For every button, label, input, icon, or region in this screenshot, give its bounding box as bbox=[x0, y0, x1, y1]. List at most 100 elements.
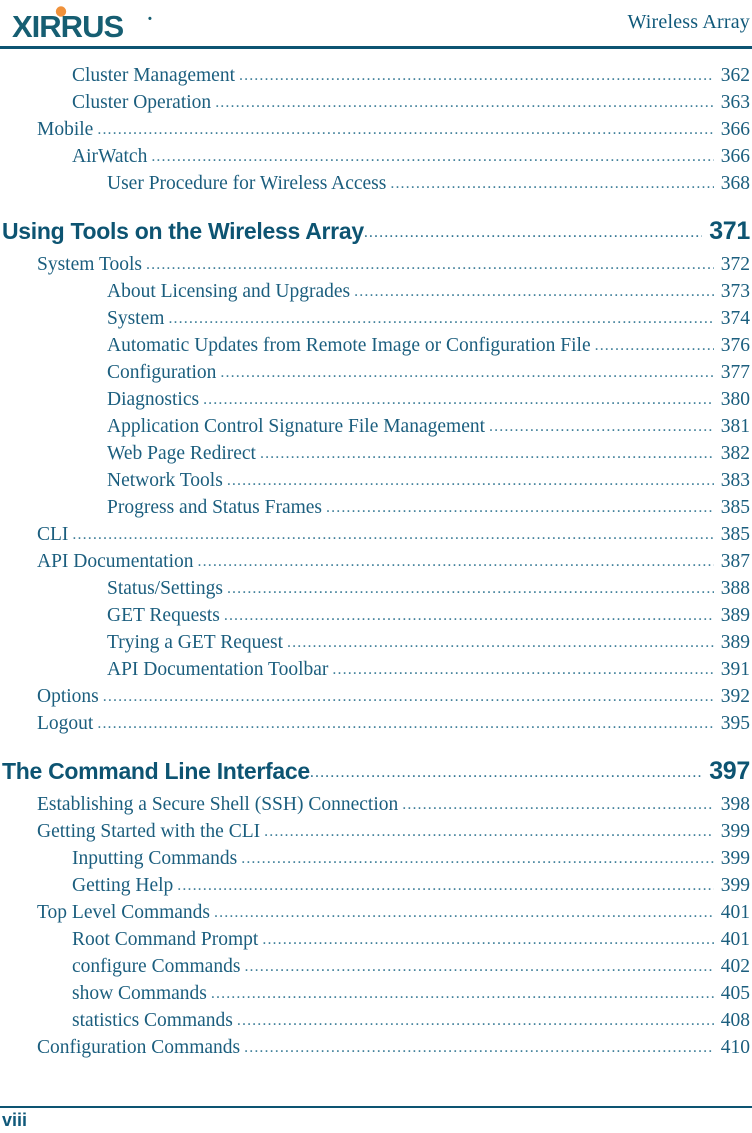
toc-entry-row[interactable]: About Licensing and Upgrades............… bbox=[0, 278, 752, 305]
toc-spacer bbox=[0, 737, 752, 756]
toc-entry-row[interactable]: Application Control Signature File Manag… bbox=[0, 413, 752, 440]
toc-entry-row[interactable]: Getting Help............................… bbox=[0, 872, 752, 899]
toc-entry-label: Getting Started with the CLI bbox=[37, 821, 261, 842]
toc-entry-label: GET Requests bbox=[107, 605, 220, 626]
toc-entry-label: CLI bbox=[37, 524, 69, 545]
toc-leader-dots: ........................................… bbox=[226, 472, 714, 489]
toc-entry-label: Options bbox=[37, 686, 99, 707]
toc-entry-page-number: 397 bbox=[709, 757, 750, 785]
toc-entry-label: Mobile bbox=[37, 119, 94, 140]
toc-entry-row[interactable]: Network Tools...........................… bbox=[0, 467, 752, 494]
toc-entry-row[interactable]: System..................................… bbox=[0, 305, 752, 332]
toc-entry-row[interactable]: Automatic Updates from Remote Image or C… bbox=[0, 332, 752, 359]
toc-entry-label: Top Level Commands bbox=[37, 902, 211, 923]
toc-leader-dots: ........................................… bbox=[220, 364, 714, 381]
toc-entry-row[interactable]: System Tools............................… bbox=[0, 251, 752, 278]
toc-entry-label: Trying a GET Request bbox=[107, 632, 284, 653]
toc-entry-row[interactable]: Top Level Commands......................… bbox=[0, 899, 752, 926]
toc-leader-dots: ........................................… bbox=[239, 67, 714, 84]
toc-entry-row[interactable]: Inputting Commands......................… bbox=[0, 845, 752, 872]
toc-entry-label: Using Tools on the Wireless Array bbox=[2, 218, 364, 244]
toc-entry-label: Application Control Signature File Manag… bbox=[107, 416, 486, 437]
toc-entry-row[interactable]: Trying a GET Request....................… bbox=[0, 629, 752, 656]
toc-heading-row[interactable]: Using Tools on the Wireless Array.......… bbox=[0, 216, 752, 246]
toc-leader-dots: ........................................… bbox=[287, 634, 714, 651]
toc-entry-page-number: 381 bbox=[720, 416, 750, 437]
toc-entry-row[interactable]: Configuration...........................… bbox=[0, 359, 752, 386]
toc-entry-page-number: 385 bbox=[720, 524, 750, 545]
toc-leader-dots: ........................................… bbox=[214, 904, 714, 921]
toc-spacer bbox=[0, 197, 752, 216]
toc-leader-dots: ........................................… bbox=[72, 526, 714, 543]
toc-entry-row[interactable]: Cluster Operation.......................… bbox=[0, 89, 752, 116]
toc-heading-row[interactable]: The Command Line Interface..............… bbox=[0, 756, 752, 786]
toc-entry-row[interactable]: User Procedure for Wireless Access......… bbox=[0, 170, 752, 197]
xirrus-logo: XIRRUS • bbox=[12, 6, 172, 42]
toc-entry-row[interactable]: Logout..................................… bbox=[0, 710, 752, 737]
toc-entry-row[interactable]: CLI.....................................… bbox=[0, 521, 752, 548]
toc-entry-page-number: 363 bbox=[720, 92, 750, 113]
toc-entry-label: Inputting Commands bbox=[72, 848, 238, 869]
toc-entry-page-number: 405 bbox=[720, 983, 750, 1004]
toc-leader-dots: ........................................… bbox=[97, 121, 714, 138]
toc-entry-label: Cluster Management bbox=[72, 65, 235, 86]
toc-leader-dots: ........................................… bbox=[244, 1039, 714, 1056]
toc-entry-page-number: 408 bbox=[720, 1010, 750, 1031]
toc-entry-label: Establishing a Secure Shell (SSH) Connec… bbox=[37, 794, 399, 815]
toc-leader-dots: ........................................… bbox=[363, 224, 702, 241]
toc-entry-row[interactable]: Diagnostics.............................… bbox=[0, 386, 752, 413]
toc-leader-dots: ........................................… bbox=[309, 764, 702, 781]
toc-entry-row[interactable]: Establishing a Secure Shell (SSH) Connec… bbox=[0, 791, 752, 818]
toc-entry-row[interactable]: Options.................................… bbox=[0, 683, 752, 710]
toc-entry-row[interactable]: GET Requests............................… bbox=[0, 602, 752, 629]
toc-leader-dots: ........................................… bbox=[97, 715, 714, 732]
toc-entry-row[interactable]: Progress and Status Frames..............… bbox=[0, 494, 752, 521]
toc-entry-page-number: 392 bbox=[720, 686, 750, 707]
toc-entry-row[interactable]: Configuration Commands..................… bbox=[0, 1034, 752, 1061]
toc-entry-page-number: 389 bbox=[720, 605, 750, 626]
toc-entry-row[interactable]: Status/Settings.........................… bbox=[0, 575, 752, 602]
toc-entry-page-number: 377 bbox=[720, 362, 750, 383]
toc-entry-row[interactable]: Mobile..................................… bbox=[0, 116, 752, 143]
toc-entry-page-number: 399 bbox=[720, 875, 750, 896]
toc-entry-row[interactable]: Root Command Prompt.....................… bbox=[0, 926, 752, 953]
toc-entry-page-number: 398 bbox=[720, 794, 750, 815]
toc-leader-dots: ........................................… bbox=[102, 688, 714, 705]
svg-text:•: • bbox=[148, 13, 152, 25]
toc-entry-row[interactable]: Cluster Management......................… bbox=[0, 62, 752, 89]
header-divider bbox=[0, 46, 752, 49]
toc-entry-row[interactable]: configure Commands......................… bbox=[0, 953, 752, 980]
toc-entry-page-number: 410 bbox=[720, 1037, 750, 1058]
toc-entry-row[interactable]: AirWatch................................… bbox=[0, 143, 752, 170]
toc-entry-page-number: 372 bbox=[720, 254, 750, 275]
toc-entry-row[interactable]: statistics Commands.....................… bbox=[0, 1007, 752, 1034]
toc-entry-page-number: 389 bbox=[720, 632, 750, 653]
toc-entry-page-number: 362 bbox=[720, 65, 750, 86]
toc-entry-row[interactable]: show Commands...........................… bbox=[0, 980, 752, 1007]
page-title: Wireless Array bbox=[627, 11, 750, 33]
toc-entry-label: Getting Help bbox=[72, 875, 174, 896]
toc-entry-page-number: 388 bbox=[720, 578, 750, 599]
toc-entry-page-number: 399 bbox=[720, 848, 750, 869]
toc-entry-row[interactable]: API Documentation Toolbar...............… bbox=[0, 656, 752, 683]
toc-leader-dots: ........................................… bbox=[332, 661, 714, 678]
toc-entry-page-number: 366 bbox=[720, 119, 750, 140]
toc-entry-label: Diagnostics bbox=[107, 389, 200, 410]
toc-leader-dots: ........................................… bbox=[264, 823, 714, 840]
toc-leader-dots: ........................................… bbox=[146, 256, 714, 273]
toc-entry-page-number: 374 bbox=[720, 308, 750, 329]
toc-entry-page-number: 371 bbox=[709, 217, 750, 245]
toc-entry-label: System bbox=[107, 308, 165, 329]
toc-entry-row[interactable]: API Documentation.......................… bbox=[0, 548, 752, 575]
toc-leader-dots: ........................................… bbox=[241, 850, 714, 867]
toc-entry-page-number: 380 bbox=[720, 389, 750, 410]
toc-entry-page-number: 387 bbox=[720, 551, 750, 572]
toc-entry-row[interactable]: Web Page Redirect.......................… bbox=[0, 440, 752, 467]
toc-entry-label: AirWatch bbox=[72, 146, 148, 167]
toc-entry-page-number: 368 bbox=[720, 173, 750, 194]
toc-leader-dots: ........................................… bbox=[390, 175, 714, 192]
toc-entry-label: statistics Commands bbox=[72, 1010, 233, 1031]
toc-entry-label: User Procedure for Wireless Access bbox=[107, 173, 387, 194]
toc-entry-row[interactable]: Getting Started with the CLI............… bbox=[0, 818, 752, 845]
svg-text:XIRRUS: XIRRUS bbox=[12, 9, 123, 42]
